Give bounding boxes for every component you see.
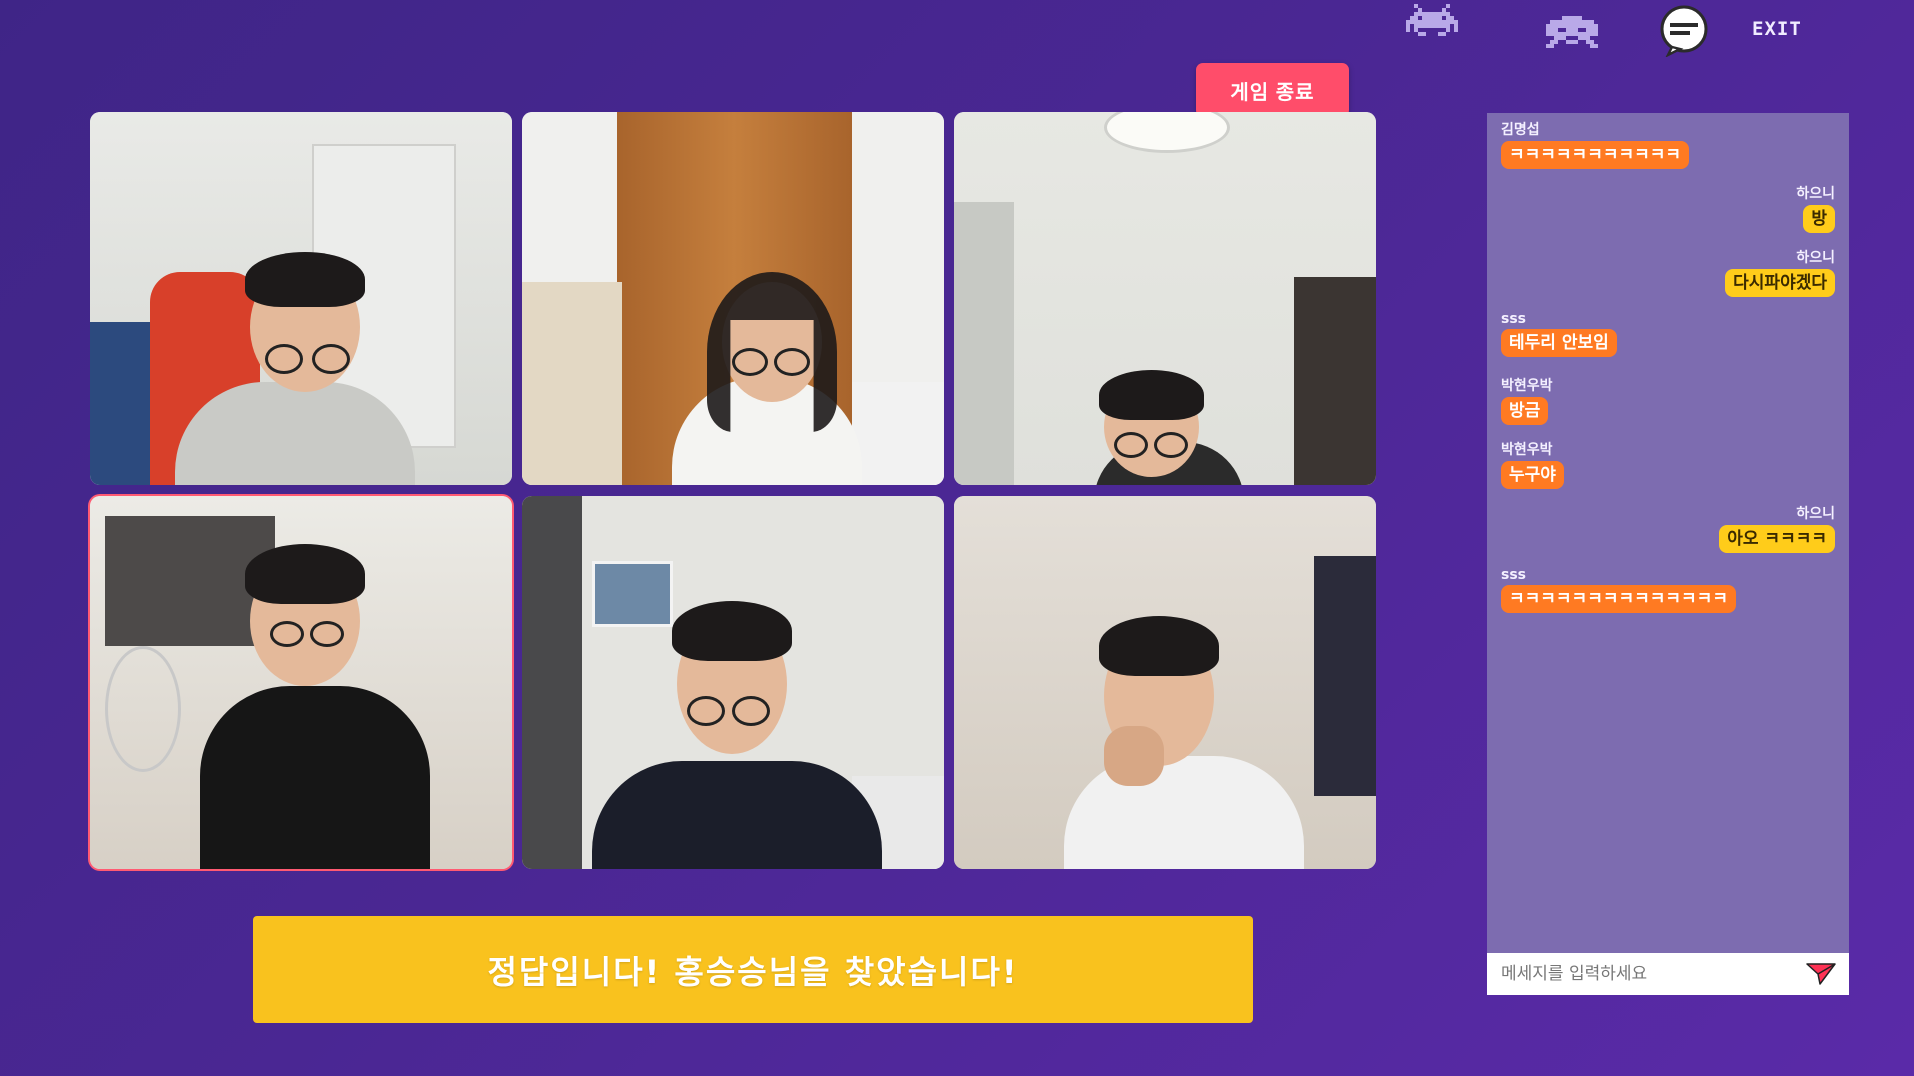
glasses	[687, 696, 725, 726]
chat-sender: 김명섭	[1501, 122, 1540, 138]
chat-sender: 하으니	[1796, 250, 1835, 266]
person-hair	[245, 544, 365, 604]
glasses	[732, 348, 768, 376]
video-tile[interactable]	[90, 112, 512, 485]
video-tile[interactable]	[522, 496, 944, 869]
chat-message: sss 테두리 안보임	[1501, 311, 1835, 357]
chat-sender: sss	[1501, 311, 1526, 327]
person-hair	[245, 252, 365, 307]
person-body	[592, 761, 882, 869]
chat-bubble-icon[interactable]	[1656, 5, 1712, 57]
person-hair	[1099, 616, 1219, 676]
person-hair	[1099, 370, 1204, 420]
door	[1294, 277, 1376, 485]
glasses	[265, 344, 303, 374]
video-tile[interactable]	[954, 496, 1376, 869]
glasses	[1114, 432, 1148, 458]
chat-sender: 박현우박	[1501, 442, 1553, 458]
chat-message: sss ㅋㅋㅋㅋㅋㅋㅋㅋㅋㅋㅋㅋㅋㅋ	[1501, 567, 1835, 613]
chat-message: 하으니 방	[1501, 183, 1835, 233]
end-game-button[interactable]: 게임 종료	[1196, 63, 1349, 117]
curtain	[954, 202, 1014, 485]
chat-message: 하으니 다시파야겠다	[1501, 247, 1835, 297]
bed	[852, 382, 944, 485]
hanging-clothes	[1314, 556, 1376, 796]
chat-message-input[interactable]	[1499, 963, 1805, 985]
bookshelf	[522, 282, 622, 485]
chat-bubble: ㅋㅋㅋㅋㅋㅋㅋㅋㅋㅋㅋ	[1501, 141, 1690, 169]
glasses	[270, 621, 304, 647]
person-hair	[672, 601, 792, 661]
fan	[105, 646, 181, 772]
chat-message: 김명섭 ㅋㅋㅋㅋㅋㅋㅋㅋㅋㅋㅋ	[1501, 119, 1835, 169]
chat-sender: sss	[1501, 567, 1526, 583]
chat-bubble: 아오 ㅋㅋㅋㅋ	[1719, 525, 1835, 553]
chat-bubble: ㅋㅋㅋㅋㅋㅋㅋㅋㅋㅋㅋㅋㅋㅋ	[1501, 585, 1736, 613]
glasses	[1154, 432, 1188, 458]
chat-message: 하으니 아오 ㅋㅋㅋㅋ	[1501, 503, 1835, 553]
chat-message: 박현우박 방금	[1501, 375, 1835, 425]
person-body	[200, 686, 430, 869]
chat-bubble: 누구야	[1501, 461, 1564, 489]
glasses	[774, 348, 810, 376]
person-hand	[1104, 726, 1164, 786]
chat-sender: 하으니	[1796, 186, 1835, 202]
chat-panel: 김명섭 ㅋㅋㅋㅋㅋㅋㅋㅋㅋㅋㅋ 하으니 방 하으니 다시파야겠다 sss 테두리…	[1487, 113, 1849, 995]
glasses	[310, 621, 344, 647]
video-tile[interactable]	[522, 112, 944, 485]
exit-button[interactable]: EXIT	[1752, 18, 1802, 40]
glasses	[732, 696, 770, 726]
chat-sender: 하으니	[1796, 506, 1835, 522]
chat-bubble: 방금	[1501, 397, 1549, 425]
chat-input-bar	[1487, 953, 1849, 995]
glasses	[312, 344, 350, 374]
space-invader-alt-icon[interactable]	[1546, 16, 1598, 56]
shelf-rack	[522, 496, 582, 869]
video-tile-active[interactable]	[90, 496, 512, 869]
chat-bubble: 테두리 안보임	[1501, 329, 1617, 357]
answer-banner: 정답입니다! 홍승승님을 찾았습니다!	[253, 916, 1253, 1023]
send-arrow-icon[interactable]	[1805, 961, 1837, 987]
video-grid	[90, 112, 1376, 869]
chat-message: 박현우박 누구야	[1501, 439, 1835, 489]
chat-sender: 박현우박	[1501, 378, 1553, 394]
video-tile[interactable]	[954, 112, 1376, 485]
wall-poster	[592, 561, 673, 627]
space-invader-icon[interactable]	[1406, 4, 1458, 44]
chat-bubble: 다시파야겠다	[1725, 269, 1835, 297]
chat-bubble: 방	[1803, 205, 1835, 233]
